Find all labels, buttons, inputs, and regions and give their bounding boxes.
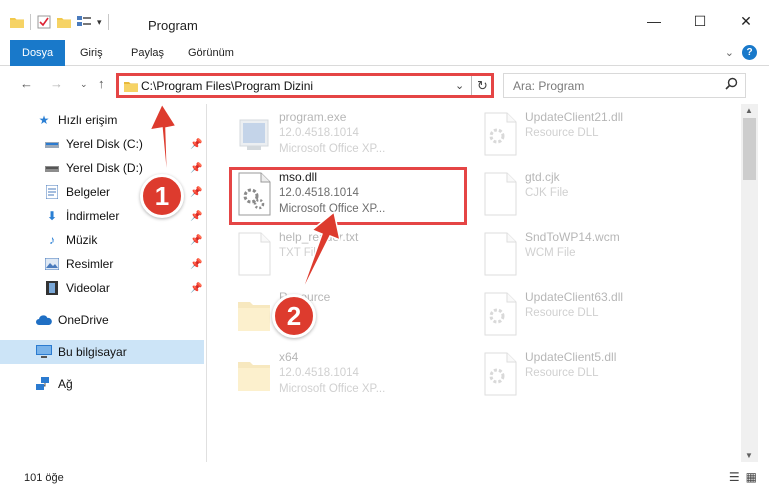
callout-badge-1: 1 — [140, 174, 184, 218]
callout-arrows — [148, 102, 342, 297]
callout-badge-2: 2 — [272, 294, 316, 338]
callout-arrow-2 — [299, 210, 342, 297]
